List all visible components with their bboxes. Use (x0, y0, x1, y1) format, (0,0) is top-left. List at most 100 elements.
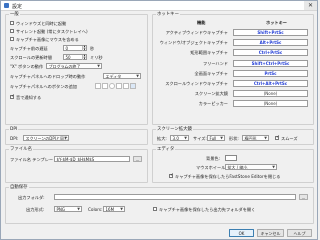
mouse-wheel-select[interactable]: 拡大 / 縮小 ▼ (225, 164, 277, 170)
editor-group: エディタ 背景色: マウスホイール: 拡大 / 縮小 ▼ キャプチャ画像を保存し… (152, 147, 314, 183)
dpi-label: DPI: (10, 136, 19, 141)
zoom-select[interactable]: 3.0 ▼ (170, 135, 189, 141)
magnifier-legend: スクリーン拡大鏡 (156, 127, 193, 132)
hotkey-field-scrolling[interactable]: Ctrl+Alt+PrtSc (233, 80, 308, 87)
text-tool-icon[interactable] (95, 83, 101, 89)
spin-arrows-icon[interactable]: ▲ ▼ (82, 45, 86, 51)
colors-select[interactable]: 16M ▼ (103, 206, 125, 212)
hotkeys-group: ホットキー 機能 ホットキー アクティブウィンドウキャプチャ Shift+Prt… (152, 12, 314, 125)
shape-select[interactable]: 楕円形 ▼ (242, 135, 269, 141)
scroll-delay-spinner[interactable]: 50 ▲ ▼ (63, 54, 87, 60)
hotkey-field-full-screen[interactable]: PrtSc (233, 70, 308, 77)
hotkey-label-window-object: ウィンドウ/オブジェクトキャプチャ (159, 40, 228, 45)
format-select[interactable]: PNG ▼ (54, 206, 82, 212)
hotkey-label-color-picker: カラーピッカー (198, 101, 228, 106)
hotkey-field-magnifier[interactable]: (None) (233, 90, 308, 97)
delay-value: 0 (65, 46, 69, 52)
magnifier-group: スクリーン拡大鏡 拡大: 3.0 ▼ サイズ: Full ▼ 形状: 楕円形 ▼… (152, 127, 314, 145)
scroll-delay-value: 50 (65, 55, 71, 61)
hotkey-field-freehand[interactable]: Shift+Ctrl+PrtSc (233, 60, 308, 67)
mouse-checkbox[interactable] (10, 37, 14, 41)
settings-window: 設定 ✕ 一般 ウィンドウズと同時に起動 サイレント起動 (常にタスクトレイへ)… (0, 0, 318, 240)
hotkey-label-magnifier: スクリーン拡大鏡 (194, 91, 228, 96)
help-button[interactable]: ヘルプ (287, 229, 312, 237)
silent-label: サイレント起動 (常にタスクトレイへ) (16, 28, 88, 34)
hotkey-label-freehand: フリーハンド (202, 61, 228, 66)
col-function-header: 機能 (197, 20, 206, 25)
chevron-down-icon: ▼ (97, 64, 100, 68)
chevron-down-icon: ▼ (220, 136, 223, 140)
x-button-select[interactable]: プログラムの終了 ▼ (46, 63, 102, 69)
mouse-wheel-label: マウスホイール: (196, 165, 227, 170)
bg-color-swatch[interactable] (225, 155, 237, 161)
size-value: Full (209, 136, 217, 141)
crop-tool-icon[interactable] (123, 83, 129, 89)
square-tool-icon[interactable] (102, 83, 108, 89)
template-input[interactable]: $Y-$M-$D_$H$M$S (54, 156, 130, 162)
size-label: サイズ: (193, 136, 207, 141)
zoom-value: 3.0 (172, 136, 179, 141)
folder-input[interactable] (54, 194, 296, 200)
hotkey-field-color-picker[interactable]: (None) (233, 100, 308, 107)
shape-label: 形状: (229, 136, 239, 141)
startup-checkbox[interactable] (10, 21, 14, 25)
drag-select[interactable]: エディタ ▼ (103, 73, 141, 79)
autosave-legend: 自動保存 (9, 185, 29, 190)
filename-legend: ファイル名 (9, 147, 33, 152)
title-bar: 設定 ✕ (1, 1, 317, 11)
color-tool-icon[interactable] (130, 83, 136, 89)
chevron-down-icon: ▼ (136, 74, 139, 78)
sound-label: 音で通知する (16, 94, 42, 100)
chevron-down-icon: ▼ (184, 136, 187, 140)
circle-tool-icon[interactable] (109, 83, 115, 89)
autosave-group: 自動保存 出力フォルダ: ... 出力形式: PNG ▼ Colors: 16M… (5, 185, 314, 224)
spin-arrows-icon[interactable]: ▲ ▼ (82, 54, 86, 60)
close-icon[interactable]: ✕ (304, 1, 317, 10)
hotkey-label-rectangle: 矩形範囲キャプチャ (190, 50, 228, 55)
window-title: 設定 (12, 3, 23, 10)
dpi-select[interactable]: スクリーンのDPIと同じ ▼ (23, 135, 69, 141)
col-hotkey-header: ホットキー (266, 20, 287, 25)
hotkey-field-active-window[interactable]: Shift+PrtSc (233, 29, 308, 36)
close-editor-checkbox[interactable] (169, 173, 174, 178)
chevron-down-icon: ▼ (77, 207, 80, 211)
chevron-down-icon: ▼ (64, 136, 67, 140)
format-label: 出力形式: (26, 207, 45, 212)
colors-value: 16M (105, 207, 115, 212)
delay-spinner[interactable]: 0 ▲ ▼ (63, 45, 87, 51)
folder-browse-button[interactable]: ... (299, 194, 308, 200)
zoom-label: 拡大: (157, 136, 167, 141)
general-group: 一般 ウィンドウズと同時に起動 サイレント起動 (常にタスクトレイへ) キャプチ… (5, 12, 148, 125)
format-value: PNG (56, 207, 66, 212)
open-folder-checkbox[interactable] (153, 207, 157, 211)
search-tool-icon[interactable] (116, 83, 122, 89)
general-legend: 一般 (9, 12, 20, 17)
chevron-down-icon: ▼ (120, 207, 123, 211)
silent-checkbox[interactable] (10, 29, 14, 33)
dpi-group: DPI DPI: スクリーンのDPIと同じ ▼ (5, 127, 148, 145)
size-select[interactable]: Full ▼ (207, 135, 225, 141)
mouse-wheel-value: 拡大 / 縮小 (227, 165, 248, 170)
x-button-label: "X" ボタンの動作 (10, 64, 44, 69)
ok-button[interactable]: OK (229, 229, 254, 237)
dpi-legend: DPI (9, 127, 19, 132)
close-editor-label: キャプチャ画像を保存したらFastStone Editorを閉じる (175, 173, 281, 179)
delay-label: キャプチャ前の遅延 (10, 46, 48, 51)
smooth-checkbox[interactable] (275, 135, 280, 140)
drag-value: エディタ (105, 74, 122, 79)
template-label: ファイル名 テンプレート: (10, 157, 59, 162)
chevron-down-icon: ▼ (272, 165, 275, 169)
mouse-label: キャプチャ画像にマウスを含める (16, 36, 79, 42)
sound-checkbox[interactable] (10, 94, 15, 99)
hotkey-field-window-object[interactable]: Alt+PrtSc (233, 39, 308, 46)
scroll-delay-label: スクロールの更新時間 (10, 55, 52, 60)
shape-value: 楕円形 (244, 136, 257, 141)
open-folder-label: キャプチャ画像を保存したら出力先フォルダを開く (159, 206, 256, 212)
startup-label: ウィンドウズと同時に起動 (16, 20, 67, 26)
hotkey-label-scrolling: スクロールウィンドウキャプチャ (165, 81, 228, 86)
cancel-button[interactable]: キャンセル (257, 229, 284, 237)
delay-unit: 秒 (90, 46, 95, 51)
hotkey-field-rectangle[interactable]: Ctrl+PrtSc (233, 49, 308, 56)
scroll-delay-unit: ミリ秒 (90, 55, 103, 60)
template-more-button[interactable]: ... (133, 156, 142, 162)
